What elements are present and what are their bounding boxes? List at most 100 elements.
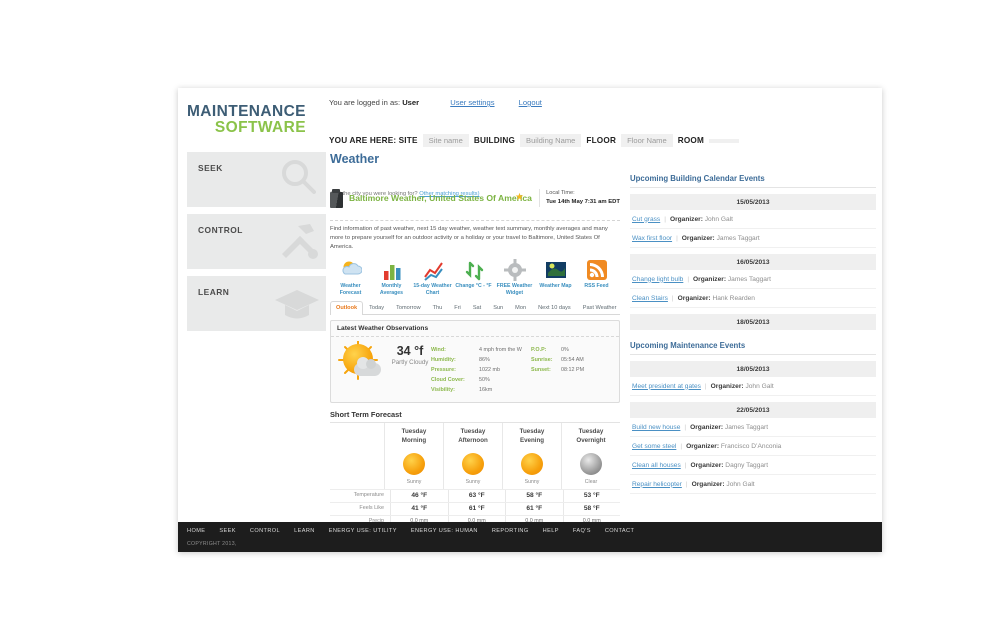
forecast-condition: Sunny <box>406 478 422 485</box>
footer-link-reporting[interactable]: REPORTING <box>492 528 529 534</box>
observation-row: Wind: 4 mph from the W <box>431 345 531 355</box>
footer-link-seek[interactable]: SEEK <box>219 528 236 534</box>
event-name-link[interactable]: Get some steel <box>632 443 676 450</box>
event-separator: | <box>687 275 690 283</box>
forecast-column: Tuesday Afternoon Sunny <box>443 422 502 489</box>
logout-link[interactable]: Logout <box>519 98 542 107</box>
forecast-cell: 58 °F <box>562 502 621 515</box>
breadcrumb-field-site[interactable]: Site name <box>422 134 469 147</box>
weather-city-name[interactable]: Baltimore Weather, United States Of Amer… <box>349 193 532 203</box>
user-settings-link[interactable]: User settings <box>450 98 494 107</box>
tab-past-weather[interactable]: Past Weather <box>577 301 623 314</box>
event-organizer-label: Organizer: <box>686 442 720 450</box>
event-item: Clean Stairs | Organizer: Hank Rearden <box>630 289 876 308</box>
event-item: Cut grass | Organizer: John Galt <box>630 210 876 229</box>
breadcrumb-field-building[interactable]: Building Name <box>520 134 582 147</box>
forecast-column: Tuesday Overnight Clear <box>561 422 620 489</box>
sidebar-item-control[interactable]: CONTROL <box>187 214 326 269</box>
tab-outlook[interactable]: Outlook <box>330 300 364 315</box>
tab-next-10-days[interactable]: Next 10 days <box>532 301 577 314</box>
forecast-row-label: Feels Like <box>359 505 384 512</box>
partly-cloudy-icon <box>337 340 389 385</box>
footer-link-home[interactable]: HOME <box>187 528 205 534</box>
observation-row: Sunset: 08:12 PM <box>531 365 613 375</box>
footer-link-learn[interactable]: LEARN <box>294 528 315 534</box>
footer-link-faq-s[interactable]: FAQ'S <box>573 528 591 534</box>
event-name-link[interactable]: Clean Stairs <box>632 295 668 302</box>
star-icon[interactable]: ★ <box>515 192 524 203</box>
local-time-value: Tue 14th May 7:31 am EDT <box>546 198 620 205</box>
weather-tools-strip: Weather Forecast Monthly Averages 15-day W… <box>330 259 620 297</box>
forecast-corner-cell <box>330 423 384 489</box>
current-temperature: 34 °f <box>396 343 424 358</box>
sidebar-item-seek[interactable]: SEEK <box>187 152 326 207</box>
event-separator: | <box>684 461 687 469</box>
observation-key: Visibility: <box>431 386 455 393</box>
forecast-condition: Clear <box>584 478 598 485</box>
weather-tabs: Outlook Today Tomorrow Thu Fri Sat Sun Mon Next … <box>330 300 623 315</box>
sidebar-item-learn[interactable]: LEARN <box>187 276 326 331</box>
tab-mon[interactable]: Mon <box>509 301 532 314</box>
observation-key: Humidity: <box>431 356 456 363</box>
forecast-header-row: Tuesday Morning Sunny Tuesday Afternoon Sunny… <box>330 421 620 489</box>
weather-tool-label: Weather Forecast <box>339 283 362 297</box>
sidebar-item-label: LEARN <box>198 287 230 297</box>
event-organizer-label: Organizer: <box>693 275 727 283</box>
tab-sat[interactable]: Sat <box>467 301 487 314</box>
event-item: Wax first floor | Organizer: James Taggart <box>630 229 876 248</box>
event-item: Change light bulb | Organizer: James Tagga… <box>630 270 876 289</box>
brand-logo[interactable]: MAINTENANCE SOFTWARE <box>187 104 306 136</box>
sun-icon <box>444 449 502 479</box>
forecast-column-title: Tuesday Morning <box>401 427 427 444</box>
footer-link-control[interactable]: CONTROL <box>250 528 280 534</box>
event-item: Repair helicopter | Organizer: John Galt <box>630 475 876 494</box>
footer-link-help[interactable]: HELP <box>543 528 559 534</box>
events-date-header: 22/05/2013 <box>630 402 876 418</box>
event-name-link[interactable]: Build new house <box>632 424 680 431</box>
events-rail: Upcoming Building Calendar Events 15/05/2… <box>630 174 876 505</box>
sun-cloud-icon <box>340 259 362 281</box>
breadcrumb-field-floor[interactable]: Floor Name <box>621 134 673 147</box>
event-name-link[interactable]: Repair helicopter <box>632 481 682 488</box>
sidebar: SEEK CONTROL LEARN <box>187 152 326 338</box>
forecast-condition: Sunny <box>465 478 481 485</box>
local-time-label: Local Time: <box>546 190 575 196</box>
footer-link-energy-use-human[interactable]: ENERGY USE: HUMAN <box>411 528 478 534</box>
breadcrumb-field-room[interactable] <box>709 139 740 143</box>
brand-line-1: MAINTENANCE <box>187 103 306 120</box>
event-name-link[interactable]: Meet president at gates <box>632 383 701 390</box>
weather-tool-map[interactable]: Weather Map <box>535 259 576 297</box>
tab-today[interactable]: Today <box>363 301 390 314</box>
breadcrumb-key: BUILDING <box>473 136 516 145</box>
weather-tool-gear[interactable]: FREE Weather Widget <box>494 259 535 297</box>
event-separator: | <box>680 442 683 450</box>
rss-icon <box>586 259 608 281</box>
weather-tool-swap-arrows[interactable]: Change °C - °F <box>453 259 494 297</box>
current-condition: Partly Cloudy <box>391 358 429 366</box>
tab-tomorrow[interactable]: Tomorrow <box>390 301 427 314</box>
breadcrumb-label: YOU ARE HERE: <box>329 136 397 145</box>
tab-thu[interactable]: Thu <box>427 301 449 314</box>
event-name-link[interactable]: Cut grass <box>632 216 660 223</box>
weather-tool-rss[interactable]: RSS Feed <box>576 259 617 297</box>
event-separator: | <box>684 423 687 431</box>
tab-fri[interactable]: Fri <box>448 301 467 314</box>
page-title: Weather <box>330 152 380 166</box>
footer-link-energy-use-utility[interactable]: ENERGY USE: UTILITY <box>329 528 397 534</box>
event-item: Build new house | Organizer: James Taggart <box>630 418 876 437</box>
divider <box>330 220 620 221</box>
tab-sun[interactable]: Sun <box>487 301 509 314</box>
event-name-link[interactable]: Clean all houses <box>632 462 681 469</box>
footer-link-contact[interactable]: CONTACT <box>605 528 634 534</box>
event-name-link[interactable]: Change light bulb <box>632 276 683 283</box>
weather-tool-line-chart[interactable]: 15-day Weather Chart <box>412 259 453 297</box>
event-name-link[interactable]: Wax first floor <box>632 235 672 242</box>
moon-icon-glyph <box>580 452 602 475</box>
weather-tool-bar-chart[interactable]: Monthly Averages <box>371 259 412 297</box>
events-panel: Upcoming Maintenance Events 18/05/2013 Mee… <box>630 341 876 494</box>
event-organizer-label: Organizer: <box>669 215 703 223</box>
event-organizer-label: Organizer: <box>690 461 724 469</box>
bar-chart-icon <box>381 259 403 281</box>
breadcrumb-key: FLOOR <box>586 136 617 145</box>
weather-tool-sun-cloud[interactable]: Weather Forecast <box>330 259 371 297</box>
